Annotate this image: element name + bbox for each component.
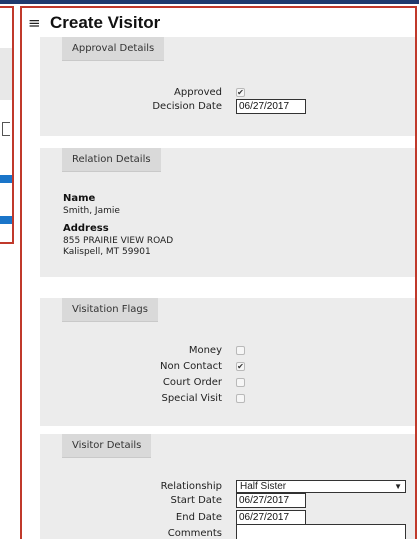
decision-date-row: Decision Date 06/27/2017 [40, 99, 415, 114]
non-contact-checkbox[interactable]: ✔ [236, 362, 245, 371]
relationship-label: Relationship [160, 481, 222, 492]
visitation-flags-tab: Visitation Flags [62, 298, 158, 322]
decision-date-label: Decision Date [152, 101, 222, 112]
court-order-label: Court Order [162, 377, 222, 388]
name-heading: Name [63, 193, 96, 204]
name-value: Smith, Jamie [63, 206, 120, 216]
address-heading: Address [63, 223, 109, 234]
visitor-details-section: Visitor Details Relationship Half Sister… [40, 434, 415, 539]
end-date-label: End Date [175, 512, 222, 523]
top-border [0, 0, 419, 4]
left-panel-section [0, 48, 12, 100]
flag-row-money: Money [40, 343, 415, 358]
comments-textarea[interactable] [236, 523, 406, 539]
relation-details-section: Relation Details Name Smith, Jamie Addre… [40, 148, 415, 277]
comments-row: Comments [40, 523, 415, 539]
address-line-2: Kalispell, MT 59901 [63, 247, 151, 257]
relationship-select[interactable]: Half Sister ▼ [236, 480, 406, 493]
flag-row-special-visit: Special Visit [40, 391, 415, 406]
approved-row: Approved ✔ [40, 85, 415, 100]
decision-date-input[interactable]: 06/27/2017 [236, 99, 306, 114]
page-title: Create Visitor [50, 13, 161, 32]
create-visitor-panel: ≡ Create Visitor Approval Details Approv… [20, 6, 417, 539]
comments-label: Comments [167, 528, 222, 539]
approved-label: Approved [174, 87, 222, 98]
left-panel-button[interactable] [0, 216, 12, 224]
left-panel-button[interactable] [0, 175, 12, 183]
money-checkbox[interactable] [236, 346, 245, 355]
special-visit-checkbox[interactable] [236, 394, 245, 403]
special-visit-label: Special Visit [161, 393, 222, 404]
dropdown-arrow-icon: ▼ [394, 482, 402, 491]
left-panel [0, 6, 14, 244]
panel-header: ≡ Create Visitor [28, 11, 160, 35]
hamburger-menu-icon[interactable]: ≡ [28, 15, 50, 31]
start-date-input[interactable]: 06/27/2017 [236, 493, 306, 508]
flag-row-non-contact: Non Contact ✔ [40, 359, 415, 374]
relationship-value: Half Sister [240, 481, 287, 492]
start-date-label: Start Date [170, 495, 222, 506]
visitation-flags-section: Visitation Flags Money Non Contact ✔ Cou… [40, 298, 415, 426]
visitor-details-tab: Visitor Details [62, 434, 152, 458]
approval-details-tab: Approval Details [62, 37, 165, 61]
approved-checkbox[interactable]: ✔ [236, 88, 245, 97]
flag-row-court-order: Court Order [40, 375, 415, 390]
relation-details-tab: Relation Details [62, 148, 161, 172]
court-order-checkbox[interactable] [236, 378, 245, 387]
money-label: Money [188, 345, 222, 356]
start-date-row: Start Date 06/27/2017 [40, 493, 415, 508]
approval-details-section: Approval Details Approved ✔ Decision Dat… [40, 37, 415, 136]
relationship-row: Relationship Half Sister ▼ [40, 479, 415, 494]
address-line-1: 855 PRAIRIE VIEW ROAD [63, 236, 174, 246]
left-panel-input[interactable] [2, 122, 10, 136]
non-contact-label: Non Contact [159, 361, 222, 372]
